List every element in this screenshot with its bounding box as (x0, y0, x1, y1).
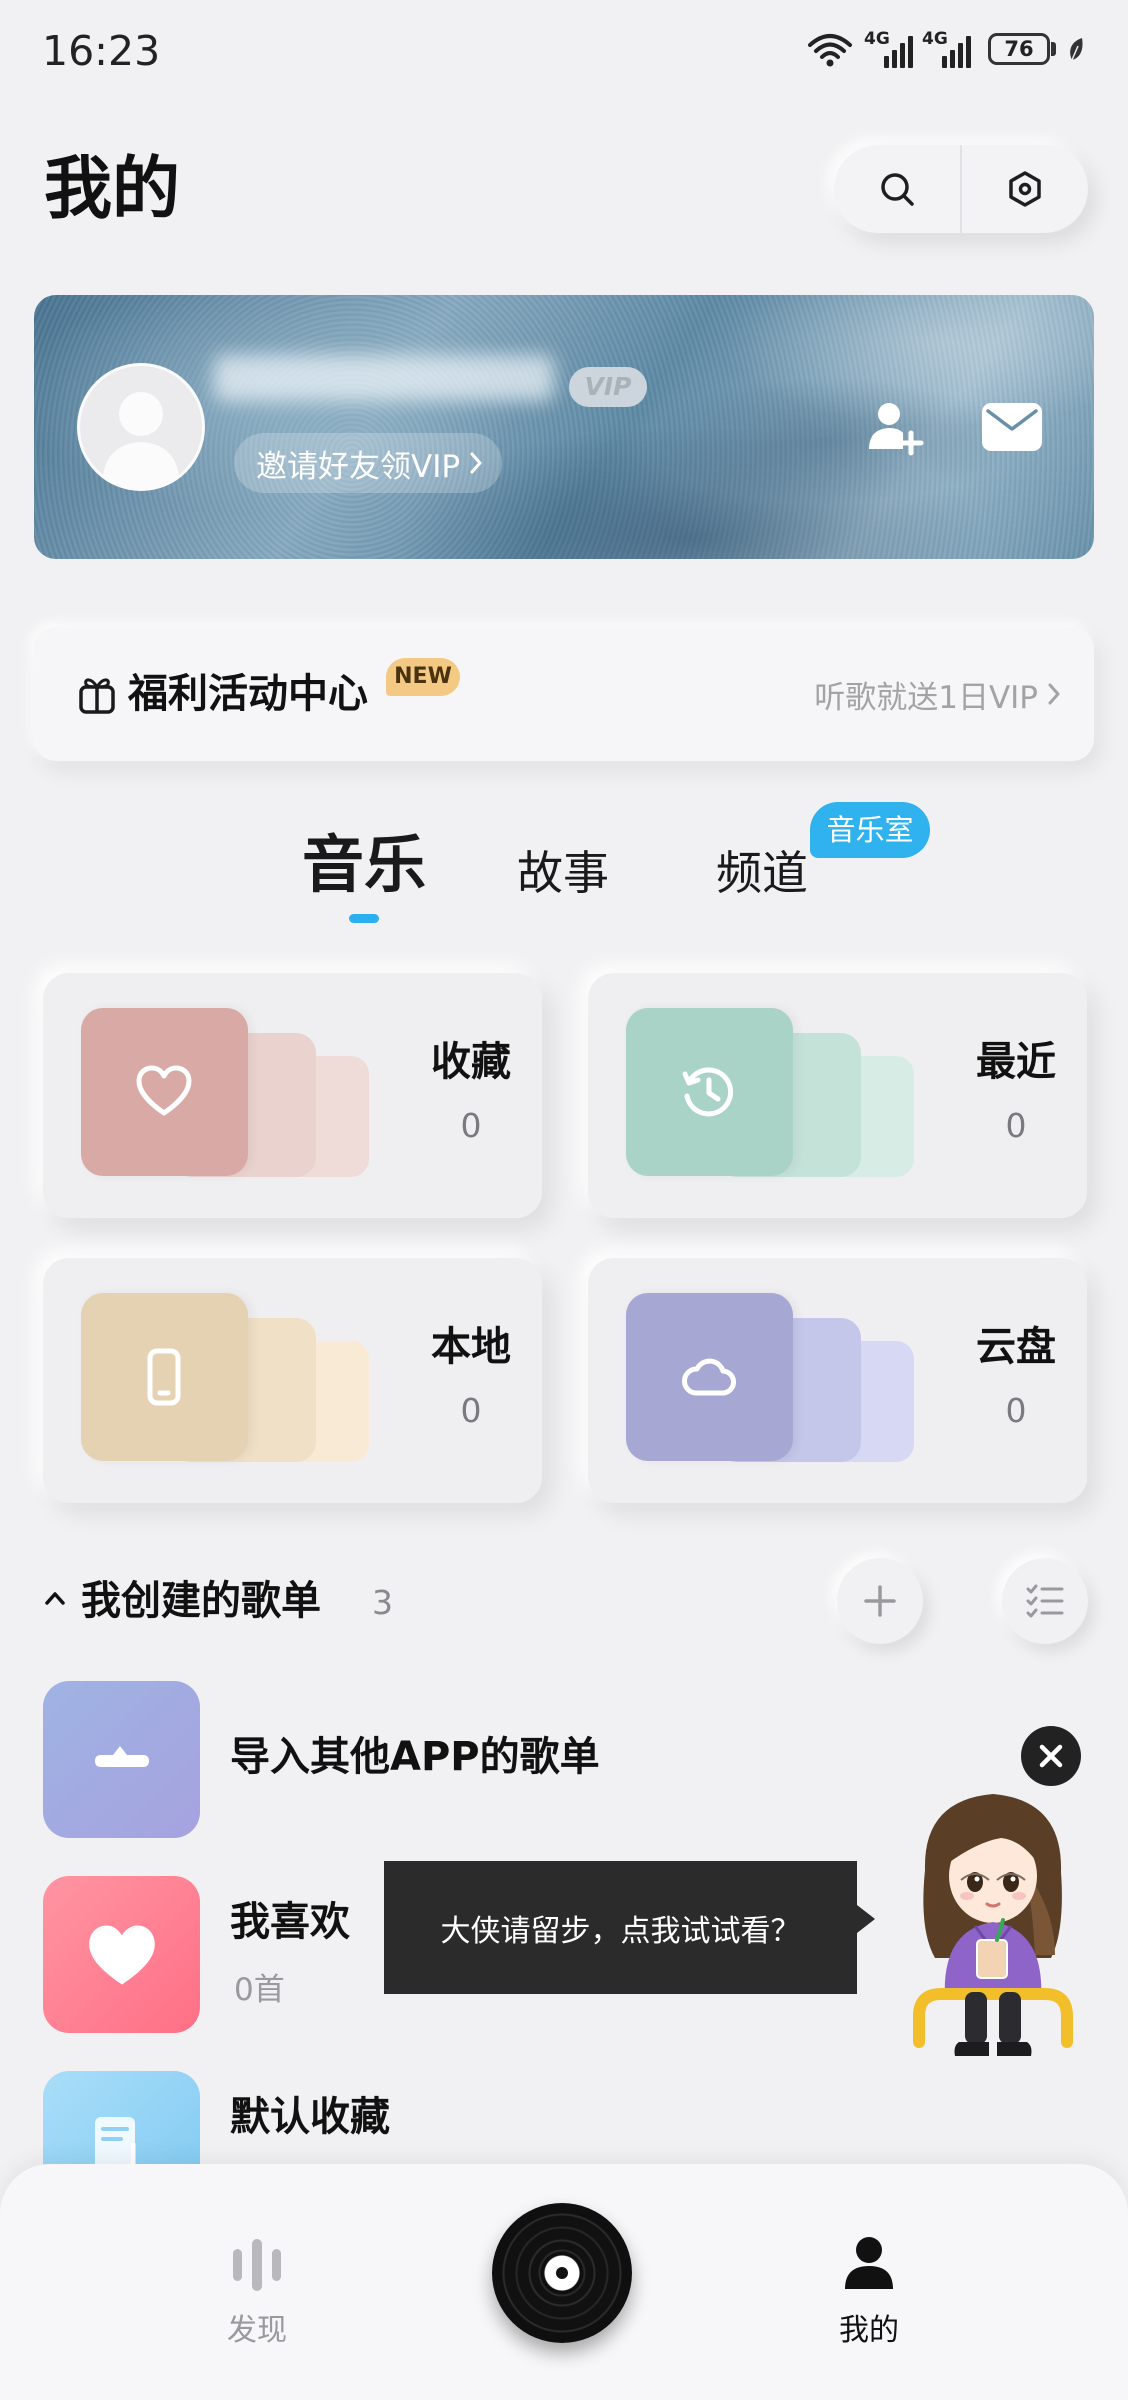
playlist-cover (43, 1876, 200, 2033)
wifi-icon (808, 34, 852, 67)
music-room-badge[interactable]: 音乐室 (810, 802, 930, 858)
new-badge: NEW (386, 658, 460, 696)
close-icon (1039, 1744, 1063, 1768)
vinyl-disc-icon[interactable] (492, 2203, 632, 2343)
playlist-title: 我喜欢 (230, 1899, 350, 1945)
playlist-title: 默认收藏 (230, 2094, 390, 2140)
playlist-cover (43, 1681, 200, 1838)
mascot-character[interactable] (905, 1780, 1080, 2070)
import-icon (94, 1745, 149, 1767)
battery-icon: 76 (988, 33, 1050, 65)
library-card-recent[interactable]: 最近 0 (588, 973, 1087, 1218)
created-playlists-count: 3 (372, 1583, 393, 1622)
chevron-up-icon[interactable] (44, 1590, 66, 1606)
profile-card[interactable]: VIP 邀请好友领VIP (34, 295, 1094, 559)
vip-badge: VIP (569, 367, 647, 407)
welfare-promo-link[interactable]: 听歌就送1日VIP (814, 627, 1060, 761)
plus-icon (864, 1585, 896, 1617)
settings-hexagon-icon (1009, 171, 1041, 207)
library-count: 0 (1005, 1106, 1027, 1145)
welfare-title: 福利活动中心 (128, 671, 368, 717)
library-card-favorites[interactable]: 收藏 0 (43, 973, 542, 1218)
avatar[interactable] (77, 363, 205, 491)
welfare-center-banner[interactable]: 福利活动中心 NEW 听歌就送1日VIP (34, 627, 1094, 761)
nav-item-discover[interactable]: 发现 (197, 2194, 317, 2384)
nav-label: 我的 (839, 2313, 899, 2348)
page-title: 我的 (44, 150, 181, 229)
signal-bars-icon (942, 36, 971, 68)
tab-music[interactable]: 音乐 (284, 828, 444, 902)
library-label: 云盘 (976, 1324, 1056, 1370)
library-card-local[interactable]: 本地 0 (43, 1258, 542, 1503)
nav-label: 发现 (227, 2313, 287, 2348)
invite-friends-button[interactable]: 邀请好友领VIP (234, 433, 503, 493)
status-time: 16:23 (42, 27, 161, 75)
header-actions (834, 145, 1088, 233)
tab-active-indicator (349, 914, 379, 923)
gift-icon (79, 678, 115, 714)
bottom-nav: 发现 我的 (0, 2164, 1128, 2400)
library-card-cloud[interactable]: 云盘 0 (588, 1258, 1087, 1503)
search-button[interactable] (834, 145, 960, 233)
vinyl-center (556, 2267, 568, 2279)
library-count: 0 (460, 1391, 482, 1430)
chevron-right-icon (470, 452, 482, 474)
cloud-icon (682, 1358, 736, 1396)
phone-icon (147, 1348, 181, 1406)
nav-item-me[interactable]: 我的 (809, 2194, 929, 2384)
signal-2: 4G (922, 30, 974, 68)
library-count: 0 (460, 1106, 482, 1145)
status-bar: 16:23 4G 4G 76 (0, 0, 1128, 90)
welfare-promo-text: 听歌就送1日VIP (814, 679, 1038, 716)
chevron-right-icon (1048, 683, 1060, 705)
mascot-tooltip-text: 大侠请留步，点我试试看？ (440, 1913, 801, 1949)
tab-stories[interactable]: 故事 (493, 845, 633, 901)
leaf-icon (1070, 38, 1083, 61)
battery-level: 76 (1004, 37, 1034, 61)
created-playlists-title[interactable]: 我创建的歌单 (81, 1576, 321, 1626)
library-label: 最近 (976, 1039, 1056, 1085)
person-icon (845, 2237, 893, 2289)
signal-bars-icon (884, 36, 913, 68)
tooltip-arrow (857, 1905, 875, 1933)
library-label: 收藏 (431, 1039, 511, 1085)
playlist-row-liked[interactable]: 我喜欢 0首 (0, 1876, 380, 2033)
signal-1: 4G (864, 30, 916, 68)
default-avatar-icon (102, 392, 180, 488)
add-friend-icon[interactable] (865, 397, 925, 457)
library-count: 0 (1005, 1391, 1027, 1430)
heart-filled-icon (88, 1924, 155, 1985)
heart-icon (136, 1065, 192, 1116)
playlist-track-count: 0首 (234, 1972, 285, 2008)
search-icon (881, 173, 914, 206)
mascot-tooltip[interactable]: 大侠请留步，点我试试看？ (384, 1861, 857, 1994)
discover-bars-icon (233, 2239, 281, 2291)
battery-nub (1051, 42, 1056, 56)
manage-playlists-button[interactable] (1002, 1558, 1088, 1644)
library-label: 本地 (431, 1324, 511, 1370)
history-clock-icon (682, 1067, 734, 1117)
playlist-title: 导入其他APP的歌单 (230, 1734, 600, 1780)
mail-icon[interactable] (980, 401, 1044, 453)
username-blurred (214, 355, 554, 401)
settings-button[interactable] (962, 145, 1088, 233)
mascot-close-button[interactable] (1021, 1726, 1081, 1786)
add-playlist-button[interactable] (837, 1558, 923, 1644)
invite-label: 邀请好友领VIP (256, 448, 461, 485)
checklist-icon (1026, 1584, 1064, 1618)
